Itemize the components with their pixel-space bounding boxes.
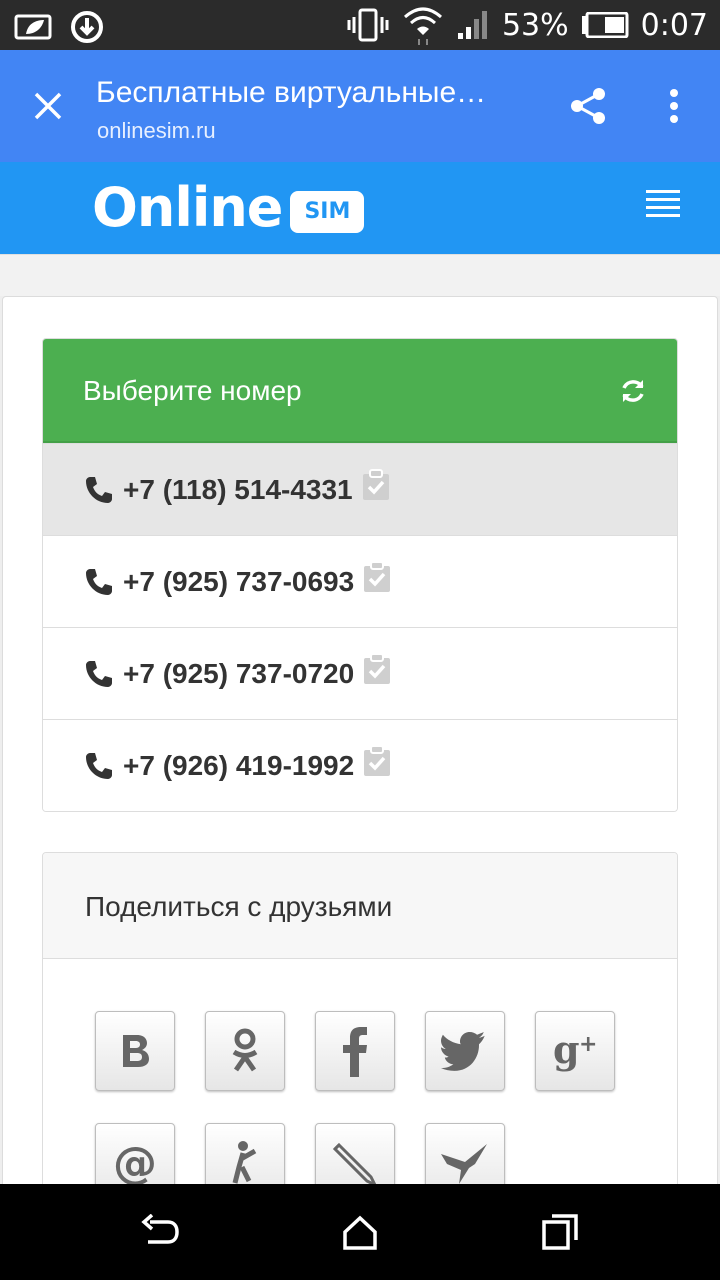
share-button[interactable] [562,80,614,132]
phone-number: +7 (926) 419-1992 [123,749,355,781]
site-header: Online SIM [0,162,720,254]
numbers-panel: Выберите номер +7 (118) 514-4331 +7 (925… [42,338,678,812]
google-plus-icon: g + [553,1029,597,1072]
phone-icon [86,752,112,779]
phone-number: +7 (925) 737-0720 [123,657,355,689]
clipboard-check-icon[interactable] [362,652,392,685]
clock: 0:07 [640,7,708,43]
signal-icon [457,11,487,39]
home-icon [343,1215,377,1250]
hamburger-icon [646,190,680,193]
battery-icon [581,12,629,38]
phone-number: +7 (118) 514-4331 [123,473,353,505]
share-panel-title: Поделиться с друзьями [85,891,393,922]
livejournal-icon [332,1142,378,1187]
logo-badge: SIM [290,191,365,233]
twitter-share-button[interactable] [425,1011,505,1091]
vkontakte-share-button[interactable] [95,1011,175,1091]
vkontakte-icon [123,1035,149,1067]
number-row[interactable]: +7 (118) 514-4331 [43,443,677,535]
number-row[interactable]: +7 (925) 737-0693 [43,535,677,627]
battery-percent: 53% [501,7,569,43]
phone-icon [86,660,112,687]
number-row[interactable]: +7 (926) 419-1992 [43,719,677,811]
clipboard-check-icon[interactable] [361,468,391,501]
overflow-menu-button[interactable] [652,80,696,132]
page-gutter [0,254,720,296]
back-button[interactable] [136,1208,184,1256]
odnoklassniki-share-button[interactable] [205,1011,285,1091]
vibrate-icon [347,8,389,42]
odnoklassniki-icon [232,1028,258,1072]
share-icon [571,88,605,124]
svg-text:g: g [553,1029,580,1072]
mail-ru-icon: @ [113,1138,157,1188]
browser-toolbar: Бесплатные виртуальные… onlinesim.ru [0,50,720,162]
phone-icon [86,568,112,595]
numbers-panel-header: Выберите номер [43,339,677,443]
facebook-icon [343,1027,367,1077]
moi-mir-icon [232,1141,257,1184]
share-panel-header: Поделиться с друзьями [43,853,677,959]
home-button[interactable] [336,1208,384,1256]
back-icon [141,1214,179,1244]
recents-button[interactable] [536,1208,584,1256]
share-panel: Поделиться с друзьями g + @ [42,852,678,1212]
recents-icon [542,1214,578,1250]
liveinternet-icon [441,1144,487,1184]
close-tab-button[interactable] [22,80,74,132]
page-title: Бесплатные виртуальные… [96,76,487,109]
logo-text: Online [92,176,283,239]
status-bar: 53% 0:07 [0,0,720,50]
wifi-icon [403,7,442,45]
menu-button[interactable] [646,190,680,222]
sync-download-icon [71,11,103,43]
svg-text:@: @ [113,1138,157,1188]
system-nav-bar [0,1184,720,1280]
refresh-icon[interactable] [619,377,647,405]
google-plus-share-button[interactable]: g + [535,1011,615,1091]
page-url: onlinesim.ru [97,118,216,143]
clipboard-check-icon[interactable] [362,744,392,777]
numbers-panel-title: Выберите номер [83,375,302,406]
svg-text:+: + [579,1032,597,1057]
site-logo[interactable]: Online SIM [92,176,365,240]
close-icon [34,92,62,120]
twitter-icon [441,1031,485,1071]
clipboard-check-icon[interactable] [362,560,392,593]
phone-icon [86,476,112,503]
number-row[interactable]: +7 (925) 737-0720 [43,627,677,719]
facebook-share-button[interactable] [315,1011,395,1091]
more-vert-icon [670,89,678,123]
leaf-notification-icon [14,14,52,40]
phone-number: +7 (925) 737-0693 [123,565,355,597]
